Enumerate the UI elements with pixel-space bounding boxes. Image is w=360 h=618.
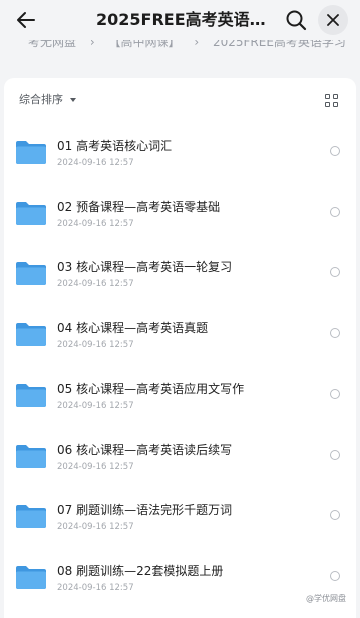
search-button[interactable] xyxy=(285,9,309,33)
file-name: 07 刷题训练—语法完形千题万词 xyxy=(57,503,233,518)
list-item[interactable]: 02 预备课程—高考英语零基础 2024-09-16 12:57 xyxy=(4,187,356,247)
list-item[interactable]: 08 刷题训练—22套模拟题上册 2024-09-16 12:57 xyxy=(4,551,356,611)
file-date: 2024-09-16 12:57 xyxy=(57,218,134,229)
list-item[interactable]: 03 核心课程—高考英语一轮复习 2024-09-16 12:57 xyxy=(4,247,356,307)
file-list-card: 综合排序 01 高考英语核心词汇 2024-09-16 12:57 02 预备课程—… xyxy=(4,78,356,618)
breadcrumb-item-root[interactable]: 考无网盘 xyxy=(28,40,76,49)
file-date: 2024-09-16 12:57 xyxy=(57,158,134,168)
file-name: 03 核心课程—高考英语一轮复习 xyxy=(57,260,233,275)
file-date: 2024-09-16 12:57 xyxy=(57,582,134,593)
select-radio[interactable] xyxy=(330,206,340,217)
file-date: 2024-09-16 12:57 xyxy=(57,340,134,351)
arrow-left-icon xyxy=(17,12,35,28)
folder-icon xyxy=(16,383,46,407)
folder-icon xyxy=(16,201,46,225)
grid-view-icon xyxy=(333,102,338,107)
list-item[interactable]: 07 刷题训练—语法完形千题万词 2024-09-16 12:57 xyxy=(4,490,356,550)
top-bar: 2025FREE高考英语学习… xyxy=(0,0,360,40)
caret-down-icon xyxy=(70,98,76,102)
watermark: @学优网盘 xyxy=(306,594,346,603)
breadcrumb: 考无网盘 › 【高中网课】 › 2025FREE高考英语学习 xyxy=(0,40,360,60)
breadcrumb-separator: › xyxy=(194,40,200,49)
back-button[interactable] xyxy=(12,8,40,32)
file-date: 2024-09-16 12:57 xyxy=(57,279,134,290)
breadcrumb-separator: › xyxy=(89,40,95,49)
sort-dropdown[interactable]: 综合排序 xyxy=(19,93,63,107)
file-date: 2024-09-16 12:57 xyxy=(57,461,134,472)
close-icon xyxy=(327,14,339,26)
folder-icon xyxy=(16,141,46,164)
grid-view-icon xyxy=(333,94,338,99)
folder-icon xyxy=(16,323,46,347)
select-radio[interactable] xyxy=(330,146,340,156)
file-date: 2024-09-16 12:57 xyxy=(57,400,134,411)
select-radio[interactable] xyxy=(330,449,340,460)
file-name: 06 核心课程—高考英语读后续写 xyxy=(57,442,233,457)
sort-bar: 综合排序 xyxy=(4,78,356,122)
folder-icon xyxy=(16,262,46,286)
select-radio[interactable] xyxy=(330,388,340,399)
list-item[interactable]: 01 高考英语核心词汇 2024-09-16 12:57 xyxy=(4,126,356,186)
breadcrumb-item-current[interactable]: 2025FREE高考英语学习 xyxy=(213,40,346,49)
grid-view-toggle[interactable] xyxy=(325,94,339,108)
list-item[interactable]: 06 核心课程—高考英语读后续写 2024-09-16 12:57 xyxy=(4,430,356,490)
file-name: 08 刷题训练—22套模拟题上册 xyxy=(57,563,224,578)
folder-icon xyxy=(16,505,46,529)
folder-icon xyxy=(16,444,46,468)
grid-view-icon xyxy=(325,94,330,99)
file-name: 04 核心课程—高考英语真题 xyxy=(57,321,209,336)
file-name: 01 高考英语核心词汇 xyxy=(57,139,173,153)
file-name: 05 核心课程—高考英语应用文写作 xyxy=(57,381,245,396)
file-date: 2024-09-16 12:57 xyxy=(57,522,134,533)
page-title: 2025FREE高考英语学习… xyxy=(96,10,266,29)
select-radio[interactable] xyxy=(330,510,340,521)
folder-icon xyxy=(16,565,46,589)
select-radio[interactable] xyxy=(330,328,340,339)
breadcrumb-item-course[interactable]: 【高中网课】 xyxy=(108,40,180,49)
file-name: 02 预备课程—高考英语零基础 xyxy=(57,199,221,214)
select-radio[interactable] xyxy=(330,267,340,278)
list-item[interactable]: 05 核心课程—高考英语应用文写作 2024-09-16 12:57 xyxy=(4,369,356,429)
select-radio[interactable] xyxy=(330,570,340,581)
search-icon xyxy=(286,10,307,31)
close-button[interactable] xyxy=(318,5,348,35)
list-item[interactable]: 04 核心课程—高考英语真题 2024-09-16 12:57 xyxy=(4,308,356,368)
grid-view-icon xyxy=(325,102,330,107)
